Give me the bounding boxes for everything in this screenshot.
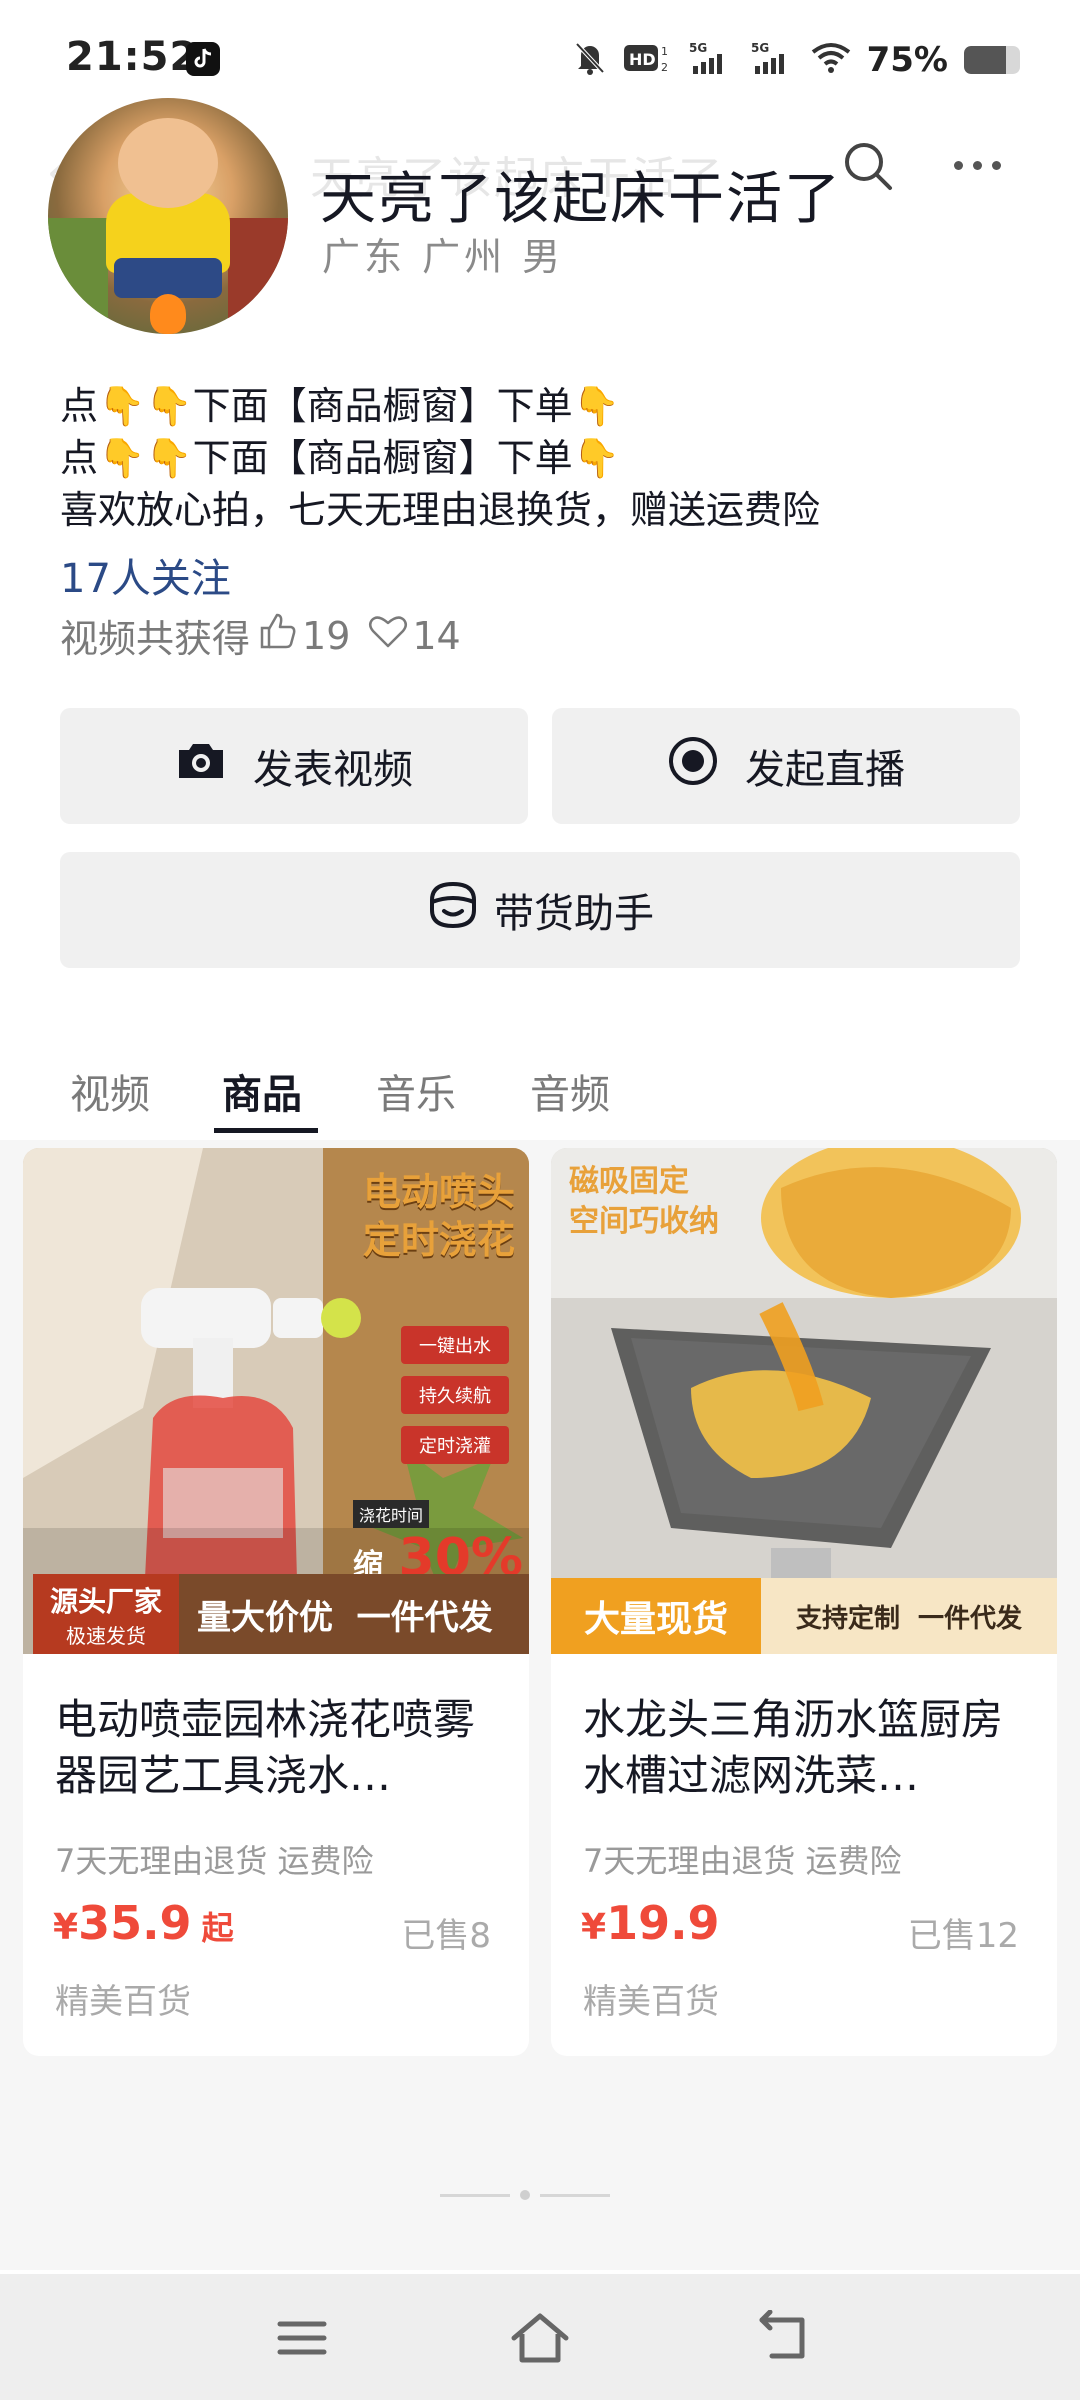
image-badge-label: 浇花时间 — [353, 1500, 430, 1528]
shop-name: 精美百货 — [583, 1982, 719, 2022]
image-headline: 定时浇花 — [362, 1218, 515, 1262]
post-video-label: 发表视频 — [253, 747, 413, 793]
more-dot — [992, 160, 1001, 170]
image-headline: 磁吸固定 — [569, 1164, 689, 1199]
product-card[interactable]: 磁吸固定 空间巧收纳 大量现货 支持定制 一件代发 水龙头三角沥水篮厨房水槽过滤… — [551, 1148, 1057, 2056]
product-image: 磁吸固定 空间巧收纳 大量现货 支持定制 一件代发 — [551, 1148, 1057, 1654]
battery-icon — [964, 46, 1020, 74]
image-headline: 空间巧收纳 — [569, 1204, 719, 1239]
pager-dot — [520, 2190, 530, 2200]
svg-text:5G: 5G — [751, 41, 769, 55]
image-feature-tag: 定时浇灌 — [401, 1426, 509, 1464]
price-currency: ¥ — [581, 1907, 607, 1948]
image-corner-text: 源头厂家 — [49, 1584, 162, 1618]
more-dot — [973, 160, 982, 170]
product-price: ¥ 35.9 起 — [53, 1896, 234, 1950]
tiktok-icon — [186, 42, 220, 76]
image-feature-tag: 一键出水 — [401, 1326, 509, 1364]
pager-line — [440, 2193, 510, 2197]
profile-tabs: 视频 商品 音乐 音频 — [0, 1060, 1080, 1140]
sold-count: 已售8 — [401, 1916, 491, 1956]
post-video-button[interactable]: 发表视频 — [60, 708, 528, 824]
back-icon — [759, 2309, 805, 2359]
pager-line — [540, 2193, 610, 2197]
home-button[interactable] — [508, 2310, 569, 2366]
camera-icon — [175, 740, 227, 792]
image-bottom-banner: 量大价优 一件代发 — [179, 1574, 529, 1654]
image-corner-badge: 大量现货 — [551, 1578, 761, 1654]
svg-text:5G: 5G — [689, 41, 707, 55]
price-currency: ¥ — [53, 1907, 79, 1948]
wifi-icon — [811, 42, 851, 78]
likes-prefix: 视频共获得 — [60, 617, 251, 661]
avatar[interactable] — [48, 98, 288, 334]
more-button[interactable] — [954, 150, 1014, 180]
sales-helper-button[interactable]: 带货助手 — [60, 852, 1020, 968]
system-nav-bar — [0, 2274, 1080, 2400]
sales-helper-label: 带货助手 — [494, 891, 654, 937]
status-icons: HD 1 2 5G 5G 75% — [573, 38, 1020, 82]
thumbs-up-icon — [258, 612, 298, 659]
signal-5g-icon: 5G — [749, 40, 795, 80]
heart-icon — [368, 613, 408, 658]
likes-thumbs-count: 19 — [302, 613, 351, 658]
price-value: 19.9 — [606, 1896, 720, 1950]
tab-audio[interactable]: 音频 — [530, 1060, 610, 1140]
page-indicator — [440, 2190, 640, 2200]
sold-count: 已售12 — [907, 1916, 1019, 1956]
more-dot — [954, 160, 963, 170]
product-service-tags: 7天无理由退货 运费险 — [583, 1842, 902, 1880]
status-time: 21:52 — [66, 34, 199, 80]
image-feature-tag: 持久续航 — [401, 1376, 509, 1414]
image-bottom-banner: 支持定制 一件代发 — [761, 1578, 1057, 1654]
product-title: 电动喷壶园林浇花喷雾器园艺工具浇水… — [55, 1695, 476, 1800]
image-corner-badge: 源头厂家 极速发货 — [33, 1574, 179, 1654]
followers-link[interactable]: 17人关注 — [60, 546, 231, 604]
price-value: 35.9 — [78, 1896, 192, 1950]
search-button[interactable] — [840, 138, 896, 194]
bio-line: 点👇👇下面【商品橱窗】下单👇 — [60, 384, 620, 428]
search-icon — [845, 143, 892, 190]
svg-text:1: 1 — [661, 45, 668, 58]
image-corner-text: 极速发货 — [66, 1623, 146, 1648]
mute-bell-icon — [573, 40, 607, 80]
price-suffix: 起 — [201, 1909, 234, 1947]
shop-name: 精美百货 — [55, 1982, 191, 2022]
product-price: ¥ 19.9 — [581, 1896, 730, 1950]
product-image: 电动喷头 定时浇花 一键出水 持久续航 定时浇灌 浇花时间 缩短 30% 源头厂… — [23, 1148, 529, 1654]
image-feature-tags: 一键出水 持久续航 定时浇灌 — [401, 1326, 509, 1464]
profile-bio: 点👇👇下面【商品橱窗】下单👇 点👇👇下面【商品橱窗】下单👇 喜欢放心拍，七天无理… — [60, 380, 1040, 536]
menu-button[interactable] — [272, 2310, 332, 2366]
profile-name: 天亮了该起床干活了 — [320, 167, 842, 232]
live-record-icon — [667, 735, 719, 797]
product-card[interactable]: 电动喷头 定时浇花 一键出水 持久续航 定时浇灌 浇花时间 缩短 30% 源头厂… — [23, 1148, 529, 2056]
likes-summary: 视频共获得 19 14 — [60, 608, 461, 663]
start-live-button[interactable]: 发起直播 — [552, 708, 1020, 824]
product-title: 水龙头三角沥水篮厨房水槽过滤网洗菜… — [583, 1695, 1004, 1800]
bio-line: 喜欢放心拍，七天无理由退换货，赠送运费险 — [60, 488, 821, 532]
back-button[interactable] — [752, 2309, 812, 2366]
battery-percent: 75% — [866, 40, 948, 80]
hd-icon: HD 1 2 — [623, 41, 671, 79]
battery-fill — [964, 46, 1006, 74]
profile-meta: 广东 广州 男 — [322, 235, 565, 279]
menu-icon — [277, 2321, 327, 2355]
svg-text:2: 2 — [661, 61, 668, 74]
product-service-tags: 7天无理由退货 运费险 — [55, 1842, 374, 1880]
active-tab-indicator — [214, 1128, 318, 1133]
helper-icon — [426, 880, 480, 940]
tab-music[interactable]: 音乐 — [376, 1060, 456, 1140]
image-headline: 电动喷头 — [362, 1170, 515, 1214]
likes-hearts-count: 14 — [412, 613, 461, 658]
svg-text:HD: HD — [629, 50, 656, 69]
start-live-label: 发起直播 — [745, 747, 905, 793]
signal-5g-icon: 5G — [687, 40, 733, 80]
bio-line: 点👇👇下面【商品橱窗】下单👇 — [60, 436, 620, 480]
tab-videos[interactable]: 视频 — [70, 1060, 150, 1140]
home-icon — [511, 2313, 569, 2363]
